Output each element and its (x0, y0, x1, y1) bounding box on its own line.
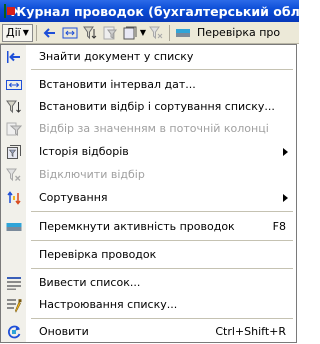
menu-item-disable-filter[interactable]: Відключити відбір (1, 165, 296, 185)
disable-filter-icon (6, 167, 22, 183)
submenu-arrow-icon (283, 194, 288, 202)
menu-item-filter-history[interactable]: Історія відборів (1, 142, 296, 162)
disable-filter-icon[interactable] (148, 25, 164, 41)
filter-history-icon (6, 144, 22, 160)
menu-item-set-date-interval[interactable]: Встановити інтервал дат... (1, 75, 296, 95)
menu-item-label: Знайти документ у списку (39, 50, 194, 63)
sort-icon (6, 190, 22, 206)
menu-item-label: Встановити відбір і сортування списку... (39, 100, 275, 113)
submenu-arrow-icon (283, 148, 288, 156)
menu-item-shortcut: Ctrl+Shift+R (215, 325, 286, 338)
menu-item-label: Відключити відбір (39, 168, 145, 181)
refresh-icon (6, 324, 22, 340)
list-settings-icon (6, 297, 22, 313)
menu-item-label: Настроювання списку... (39, 298, 178, 311)
menu-item-toggle-entries-activity[interactable]: Перемкнути активність проводок F8 (1, 217, 296, 237)
actions-menu-label: Дії (6, 26, 21, 39)
window-title-bar: Журнал проводок (бухгалтерський облік) (0, 0, 318, 22)
actions-menu-button[interactable]: Дії ▼ (2, 23, 33, 42)
app-icon (4, 4, 15, 18)
menu-item-label: Оновити (39, 325, 89, 338)
menu-item-list-settings[interactable]: Настроювання списку... (1, 295, 296, 315)
menu-item-output-list[interactable]: Вивести список... (1, 273, 296, 293)
menu-item-label: Сортування (39, 191, 108, 204)
toolbar-separator (35, 24, 37, 41)
menu-item-check-entries[interactable]: Перевірка проводок (1, 245, 296, 265)
check-entries-button[interactable]: Перевірка про (197, 26, 280, 39)
filter-by-value-icon (6, 121, 22, 137)
date-interval-icon (6, 77, 22, 93)
window-title: Журнал проводок (бухгалтерський облік) (11, 3, 319, 19)
menu-item-filter-by-value[interactable]: Відбір за значенням в поточній колонці (1, 119, 296, 139)
menu-separator (31, 318, 293, 319)
chevron-down-icon: ▼ (22, 28, 29, 37)
date-interval-icon[interactable] (62, 25, 78, 41)
filter-by-value-icon[interactable] (102, 25, 118, 41)
filter-history-icon[interactable] (122, 25, 138, 41)
menu-item-label: Перемкнути активність проводок (39, 220, 235, 233)
toolbar: Дії ▼ ▼ Перевірка про (0, 22, 299, 44)
menu-item-label: Вивести список... (39, 276, 141, 289)
menu-item-shortcut: F8 (272, 220, 286, 233)
find-document-icon (6, 49, 22, 65)
menu-item-label: Перевірка проводок (39, 248, 157, 261)
filter-sort-icon[interactable] (82, 25, 98, 41)
menu-item-refresh[interactable]: Оновити Ctrl+Shift+R (1, 322, 296, 342)
output-list-icon (6, 275, 22, 291)
menu-item-set-filter-and-sort[interactable]: Встановити відбір і сортування списку... (1, 97, 296, 117)
menu-item-find-document[interactable]: Знайти документ у списку (1, 47, 296, 67)
toggle-activity-icon (6, 219, 22, 235)
menu-separator (31, 268, 293, 269)
menu-separator (31, 69, 293, 70)
menu-separator (31, 240, 293, 241)
menu-item-label: Відбір за значенням в поточній колонці (39, 122, 269, 135)
toolbar-separator (169, 24, 171, 41)
chevron-down-icon[interactable]: ▼ (140, 28, 146, 37)
menu-separator (31, 211, 293, 212)
toggle-activity-icon[interactable] (175, 25, 191, 41)
menu-item-sorting[interactable]: Сортування (1, 188, 296, 208)
menu-item-label: Встановити інтервал дат... (39, 78, 196, 91)
filter-sort-icon (6, 99, 22, 115)
find-document-icon[interactable] (42, 25, 58, 41)
menu-item-label: Історія відборів (39, 145, 129, 158)
actions-dropdown-menu: Знайти документ у списку Встановити інте… (0, 44, 297, 343)
